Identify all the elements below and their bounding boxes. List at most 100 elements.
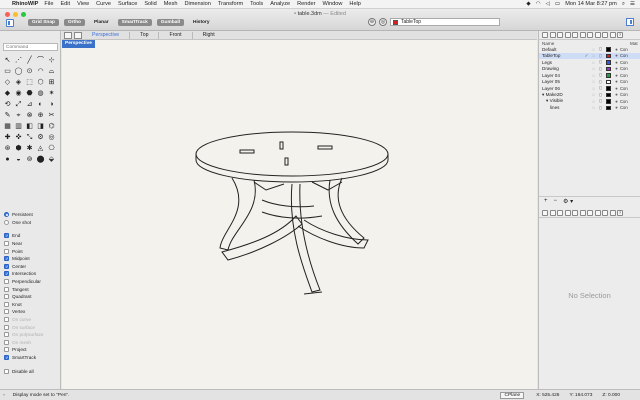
tool-icon[interactable]: ⤡ xyxy=(24,132,35,143)
tool-icon[interactable]: ⎔ xyxy=(46,143,57,154)
layer-row[interactable]: ▾ Visible ◌ ▯ ● Con xyxy=(539,98,640,105)
layer-row[interactable]: Drawing ◌ ▯ ● Con xyxy=(539,66,640,73)
menu-curve[interactable]: Curve xyxy=(96,1,111,7)
layer-color-swatch[interactable] xyxy=(606,73,611,78)
tool-icon[interactable]: ⊙ xyxy=(24,66,35,77)
osnap-item[interactable]: Quadrant xyxy=(4,293,59,301)
layer-row[interactable]: TableTop ✓ ◌ ▯ ● Con xyxy=(539,52,640,59)
tab-right[interactable]: Right xyxy=(203,32,225,39)
layer-state-icon[interactable]: ⊖ xyxy=(368,18,376,26)
battery-icon[interactable]: ▭ xyxy=(555,1,560,7)
tool-icon[interactable]: ⋰ xyxy=(13,55,24,66)
tool-icon[interactable]: ⊚ xyxy=(24,154,35,165)
properties-help-icon[interactable]: ? xyxy=(617,210,623,216)
osnap-checkbox[interactable] xyxy=(4,301,9,307)
viewports-icon[interactable] xyxy=(594,32,601,38)
osnap-disable-all[interactable]: Disable all xyxy=(4,367,59,375)
osnap-item[interactable]: Knot xyxy=(4,301,59,309)
layer-material[interactable]: Con xyxy=(620,66,636,71)
tool-icon[interactable]: ⬚ xyxy=(24,77,35,88)
menu-file[interactable]: File xyxy=(44,1,53,7)
visibility-icon[interactable]: ◌ xyxy=(590,53,597,58)
layer-material[interactable]: Con xyxy=(620,99,636,104)
osnap-checkbox[interactable] xyxy=(4,286,9,292)
right-sidebar-toggle[interactable] xyxy=(626,18,634,26)
osnap-item[interactable]: On polysurface xyxy=(4,331,59,339)
layer-color-swatch[interactable] xyxy=(606,60,611,65)
layer-row[interactable]: Default ◌ ▯ ● Con xyxy=(539,46,640,53)
tool-icon[interactable]: ◆ xyxy=(2,88,13,99)
camera-properties-icon[interactable] xyxy=(579,210,586,216)
print-icon[interactable]: ● xyxy=(613,92,620,97)
layer-name[interactable]: Legs xyxy=(539,60,583,65)
menu-dimension[interactable]: Dimension xyxy=(184,1,210,7)
tool-icon[interactable]: ▭ xyxy=(2,66,13,77)
tool-icon[interactable]: ⊕ xyxy=(35,110,46,121)
tool-icon[interactable]: ⚙ xyxy=(35,132,46,143)
layer-color-swatch[interactable] xyxy=(606,99,611,104)
notes-icon[interactable] xyxy=(587,32,593,38)
layer-row[interactable]: Legs ◌ ▯ ● Con xyxy=(539,59,640,66)
osnap-checkbox[interactable] xyxy=(4,309,9,315)
tool-icon[interactable]: ● xyxy=(2,154,13,165)
print-icon[interactable]: ● xyxy=(613,66,620,71)
tool-icon[interactable]: ⬤ xyxy=(35,154,46,165)
materials-icon[interactable] xyxy=(564,32,571,38)
help-icon[interactable]: ? xyxy=(617,32,623,38)
tab-perspective[interactable]: Perspective xyxy=(92,31,131,39)
dropbox-icon[interactable]: ◆ xyxy=(526,1,530,7)
tool-icon[interactable]: ◇ xyxy=(2,77,13,88)
lights-icon[interactable] xyxy=(572,32,578,38)
volume-icon[interactable]: ◁ xyxy=(546,1,550,7)
tool-icon[interactable]: ⬢ xyxy=(13,143,24,154)
left-sidebar-toggle[interactable] xyxy=(6,18,14,27)
viewport-single-icon[interactable] xyxy=(74,31,82,39)
lock-icon[interactable]: ▯ xyxy=(597,59,604,65)
layer-color-swatch[interactable] xyxy=(606,66,611,71)
layer-name[interactable]: Layer 05 xyxy=(539,79,583,84)
visibility-icon[interactable]: ◌ xyxy=(590,79,597,84)
menu-edit[interactable]: Edit xyxy=(60,1,70,7)
lock-icon[interactable]: ▯ xyxy=(597,105,604,111)
tool-icon[interactable]: ⤢ xyxy=(13,99,24,110)
tool-icon[interactable]: ⟲ xyxy=(2,99,13,110)
menu-window[interactable]: Window xyxy=(323,1,343,7)
visibility-icon[interactable]: ◌ xyxy=(590,86,597,91)
layer-material[interactable]: Con xyxy=(620,73,636,78)
menu-mesh[interactable]: Mesh xyxy=(164,1,178,7)
tool-icon[interactable]: ⌖ xyxy=(13,110,24,121)
tool-icon[interactable]: ✜ xyxy=(13,132,24,143)
layer-name[interactable]: lines xyxy=(539,105,583,110)
tool-icon[interactable]: ⊿ xyxy=(24,99,35,110)
print-icon[interactable]: ● xyxy=(613,73,620,78)
menu-transform[interactable]: Transform xyxy=(218,1,243,7)
visibility-icon[interactable]: ◌ xyxy=(590,105,597,110)
tool-icon[interactable]: ⌒ xyxy=(35,55,46,66)
remove-layer-icon[interactable]: − xyxy=(554,198,558,204)
osnap-checkbox[interactable] xyxy=(4,263,9,269)
tool-icon[interactable]: ◯ xyxy=(13,66,24,77)
search-icon[interactable]: ⌕ xyxy=(622,1,625,8)
lock-icon[interactable]: ▯ xyxy=(597,85,604,91)
osnap-persistent[interactable]: Persistent xyxy=(4,211,59,219)
environment-properties-icon[interactable] xyxy=(609,210,616,216)
viewport-properties-icon[interactable] xyxy=(594,210,601,216)
lock-icon[interactable]: ▯ xyxy=(597,79,604,85)
layer-name[interactable]: Layer 06 xyxy=(539,86,583,91)
tool-icon[interactable]: ◍ xyxy=(35,88,46,99)
osnap-item[interactable]: Near xyxy=(4,240,59,248)
lock-icon[interactable]: ▯ xyxy=(597,98,604,104)
print-icon[interactable]: ● xyxy=(613,99,620,104)
osnap-item[interactable]: Project xyxy=(4,346,59,354)
properties-icon[interactable] xyxy=(542,32,548,38)
tool-icon[interactable]: ⊹ xyxy=(46,55,57,66)
osnap-item[interactable]: Intersection xyxy=(4,270,59,278)
print-icon[interactable]: ● xyxy=(613,86,620,91)
layer-material[interactable]: Con xyxy=(620,105,636,110)
layer-name[interactable]: ▾ Visible xyxy=(539,98,583,104)
layer-color-swatch[interactable] xyxy=(606,79,611,84)
menu-view[interactable]: View xyxy=(77,1,89,7)
tool-icon[interactable]: ✱ xyxy=(24,143,35,154)
visibility-icon[interactable]: ◌ xyxy=(590,60,597,65)
osnap-item[interactable]: Midpoint xyxy=(4,255,59,263)
